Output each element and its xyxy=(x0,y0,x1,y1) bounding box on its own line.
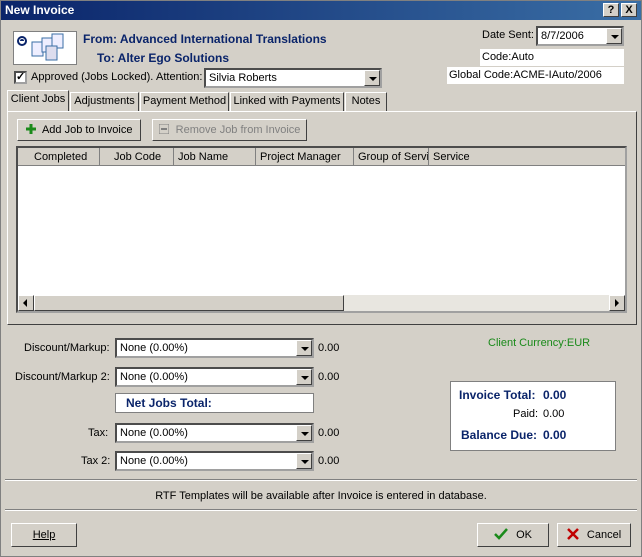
paid-value: 0.00 xyxy=(543,408,565,420)
help-title-button[interactable]: ? xyxy=(603,3,619,17)
totals-box: Invoice Total: 0.00 Paid: 0.00 Balance D… xyxy=(450,381,616,451)
discount1-value: None (0.00%) xyxy=(120,342,188,354)
plus-icon xyxy=(25,121,36,134)
tax1-amount: 0.00 xyxy=(318,427,340,439)
date-sent-picker[interactable]: 8/7/2006 xyxy=(536,26,624,46)
title-bar: New Invoice ? X xyxy=(1,1,641,20)
date-sent-label: Date Sent: xyxy=(482,29,534,41)
jobs-table[interactable]: Completed Job Code Job Name Project Mana… xyxy=(16,146,627,313)
col-project-manager[interactable]: Project Manager xyxy=(256,148,354,166)
tax2-select[interactable]: None (0.00%) xyxy=(115,451,314,471)
chevron-down-icon[interactable] xyxy=(364,70,380,86)
paid-label: Paid: xyxy=(513,408,539,420)
global-code-field: Global Code:ACME-IAuto/2006 xyxy=(447,67,624,84)
discount1-label: Discount/Markup: xyxy=(24,342,110,354)
to-line: To: Alter Ego Solutions xyxy=(97,51,229,65)
tax1-label: Tax: xyxy=(88,427,109,439)
tax2-amount: 0.00 xyxy=(318,455,340,467)
attention-select[interactable]: Silvia Roberts xyxy=(204,68,382,88)
invoice-total-label: Invoice Total: xyxy=(459,388,536,402)
discount1-select[interactable]: None (0.00%) xyxy=(115,338,314,358)
attention-label: Attention: xyxy=(156,71,203,83)
attention-value: Silvia Roberts xyxy=(209,72,277,84)
add-job-button[interactable]: Add Job to Invoice xyxy=(17,119,141,141)
col-job-name[interactable]: Job Name xyxy=(174,148,256,166)
tab-linked-with-payments[interactable]: Linked with Payments xyxy=(230,92,344,111)
help-button-label: Help xyxy=(32,529,56,541)
tab-adjustments[interactable]: Adjustments xyxy=(70,92,139,111)
tax2-value: None (0.00%) xyxy=(120,455,188,467)
col-group-of-services[interactable]: Group of Servi xyxy=(354,148,429,166)
ok-button-label: OK xyxy=(516,529,532,541)
cancel-button-label: Cancel xyxy=(586,529,622,541)
discount2-amount: 0.00 xyxy=(318,371,340,383)
close-title-button[interactable]: X xyxy=(621,3,637,17)
chevron-down-icon[interactable] xyxy=(606,28,622,44)
tax1-value: None (0.00%) xyxy=(120,427,188,439)
close-icon xyxy=(566,526,579,548)
ok-button[interactable]: OK xyxy=(477,523,549,547)
jobs-table-header: Completed Job Code Job Name Project Mana… xyxy=(18,148,625,166)
to-value: Alter Ego Solutions xyxy=(117,51,229,65)
window-title: New Invoice xyxy=(5,3,75,17)
tax1-select[interactable]: None (0.00%) xyxy=(115,423,314,443)
tab-notes[interactable]: Notes xyxy=(345,92,387,111)
approved-checkbox[interactable]: ✓ xyxy=(14,71,27,84)
remove-job-button[interactable]: Remove Job from Invoice xyxy=(152,119,307,141)
invoice-total-value: 0.00 xyxy=(543,388,567,402)
divider xyxy=(5,479,637,481)
chevron-down-icon[interactable] xyxy=(296,453,312,469)
to-label: To: xyxy=(97,51,115,65)
divider xyxy=(5,509,637,511)
tab-client-jobs[interactable]: Client Jobs xyxy=(7,90,69,111)
discount2-value: None (0.00%) xyxy=(120,371,188,383)
discount1-amount: 0.00 xyxy=(318,342,340,354)
from-line: From: Advanced International Translation… xyxy=(83,32,327,46)
tax2-label: Tax 2: xyxy=(81,455,111,467)
from-value: Advanced International Translations xyxy=(119,32,327,46)
scroll-left-icon[interactable] xyxy=(18,295,34,311)
scroll-thumb[interactable] xyxy=(34,295,344,311)
add-job-label: Add Job to Invoice xyxy=(41,124,133,136)
chevron-down-icon[interactable] xyxy=(296,340,312,356)
approved-label: Approved (Jobs Locked). xyxy=(31,71,154,83)
discount2-select[interactable]: None (0.00%) xyxy=(115,367,314,387)
remove-job-label: Remove Job from Invoice xyxy=(175,124,301,136)
from-label: From: xyxy=(83,32,117,46)
chevron-down-icon[interactable] xyxy=(296,425,312,441)
discount2-label: Discount/Markup 2: xyxy=(15,371,110,383)
balance-due-label: Balance Due: xyxy=(461,428,538,442)
code-field: Code:Auto xyxy=(480,49,624,66)
date-sent-value: 8/7/2006 xyxy=(541,30,584,42)
tab-payment-method[interactable]: Payment Method xyxy=(140,92,229,111)
client-currency: Client Currency:EUR xyxy=(488,337,591,349)
help-button[interactable]: Help xyxy=(11,523,77,547)
invoice-window: New Invoice ? X From: Advanced Internati… xyxy=(0,0,642,557)
col-completed[interactable]: Completed xyxy=(18,148,100,166)
app-logo-icon xyxy=(13,31,77,65)
col-job-code[interactable]: Job Code xyxy=(100,148,174,166)
cancel-button[interactable]: Cancel xyxy=(557,523,631,547)
col-service[interactable]: Service xyxy=(429,148,625,166)
chevron-down-icon[interactable] xyxy=(296,369,312,385)
check-icon xyxy=(494,526,508,548)
horizontal-scrollbar[interactable] xyxy=(18,295,625,311)
balance-due-value: 0.00 xyxy=(543,428,567,442)
minus-icon xyxy=(158,121,170,135)
net-jobs-total-label: Net Jobs Total: xyxy=(126,396,212,410)
rtf-note: RTF Templates will be available after In… xyxy=(155,490,487,502)
scroll-right-icon[interactable] xyxy=(609,295,625,311)
net-jobs-total: Net Jobs Total: xyxy=(115,393,314,413)
